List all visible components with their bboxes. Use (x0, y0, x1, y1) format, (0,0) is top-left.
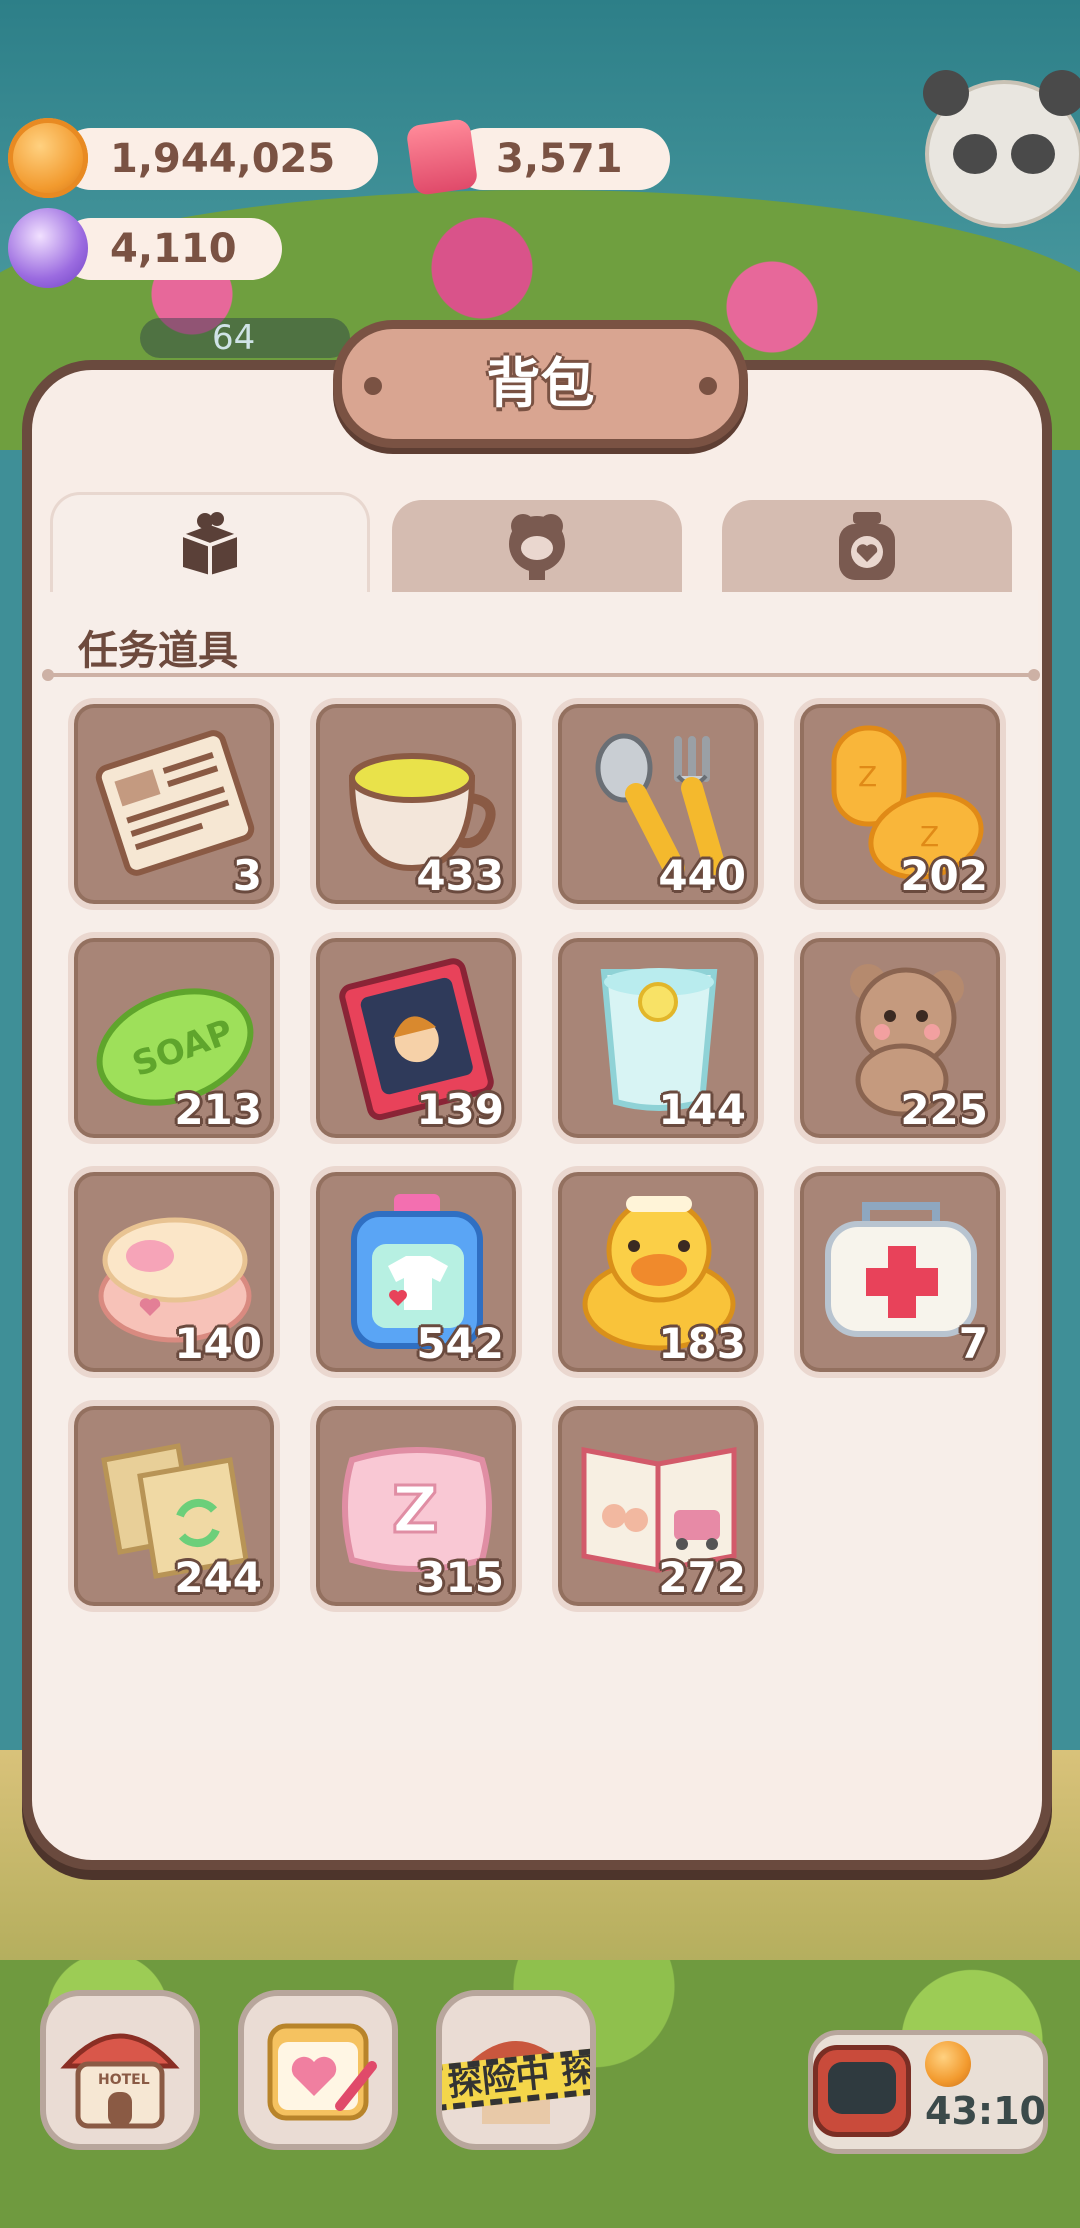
candy-icon (8, 208, 88, 288)
item-count: 225 (900, 1085, 988, 1134)
item-count: 139 (416, 1085, 504, 1134)
tv-reward-widget[interactable]: 43:10 (808, 2030, 1048, 2154)
item-slot-laundry-detergent[interactable]: 542 (310, 1166, 522, 1378)
pink-cube-icon (405, 117, 479, 197)
hotel-label: HOTEL (98, 2072, 150, 2088)
item-count: 244 (174, 1553, 262, 1602)
item-count: 213 (174, 1085, 262, 1134)
item-count: 7 (958, 1319, 988, 1368)
panel-title-plate: 背包 (333, 320, 748, 448)
panel-title: 背包 (486, 352, 595, 415)
svg-text:Z: Z (392, 1474, 438, 1548)
hotel-icon: HOTEL (60, 2033, 180, 2129)
cookie-coin-icon (925, 2041, 971, 2087)
item-slot-soap[interactable]: SOAP 213 (68, 932, 280, 1144)
gem-counter[interactable]: 3,571 (405, 117, 670, 197)
item-count: 3 (232, 851, 262, 900)
item-count: 542 (416, 1319, 504, 1368)
item-count: 433 (416, 851, 504, 900)
item-slot-earplugs[interactable]: Z Z 202 (794, 698, 1006, 910)
tab-consumables[interactable] (722, 500, 1012, 592)
item-count: 315 (416, 1553, 504, 1602)
hotel-button[interactable]: HOTEL (40, 1990, 200, 2150)
tab-characters[interactable] (392, 500, 682, 592)
item-slot-tea-cup[interactable]: 433 (310, 698, 522, 910)
item-slot-storybook[interactable]: 139 (310, 932, 522, 1144)
coin-counter[interactable]: 1,944,025 (8, 118, 378, 198)
section-divider (42, 669, 1040, 681)
item-slot-recycle-bags[interactable]: 244 (68, 1400, 280, 1612)
item-count: 140 (174, 1319, 262, 1368)
coin-value: 1,944,025 (110, 136, 336, 182)
item-slot-rubber-duck[interactable]: 183 (552, 1166, 764, 1378)
explore-button[interactable]: 探险中 探 (436, 1990, 596, 2150)
item-slot-lemon-water[interactable]: 144 (552, 932, 764, 1144)
item-slot-bath-sponge[interactable]: 140 (68, 1166, 280, 1378)
item-slot-magazine[interactable]: 272 (552, 1400, 764, 1612)
candy-counter[interactable]: 4,110 (8, 208, 282, 288)
item-slot-sleep-pillow[interactable]: Z 315 (310, 1400, 522, 1612)
item-count: 144 (658, 1085, 746, 1134)
side-counter-value: 64 (212, 318, 256, 358)
tasks-button[interactable] (238, 1990, 398, 2150)
gift-box-icon (182, 511, 238, 575)
candy-value: 4,110 (110, 226, 237, 272)
item-count: 183 (658, 1319, 746, 1368)
side-counter[interactable]: 64 (140, 318, 350, 358)
svg-text:Z: Z (920, 820, 939, 853)
tv-icon (813, 2045, 911, 2137)
item-slot-newspaper[interactable]: 3 (68, 698, 280, 910)
jar-heart-icon (839, 512, 895, 580)
character-head-icon (509, 514, 565, 580)
item-count: 272 (658, 1553, 746, 1602)
gem-value: 3,571 (496, 136, 623, 182)
item-slot-first-aid-kit[interactable]: 7 (794, 1166, 1006, 1378)
panda-balloon (923, 70, 1080, 228)
tab-quest-items[interactable] (50, 492, 370, 592)
reward-timer: 43:10 (925, 2089, 1046, 2133)
cookie-coin-icon (8, 118, 88, 198)
item-slot-spoon-fork[interactable]: 440 (552, 698, 764, 910)
calendar-heart-icon (267, 2023, 377, 2121)
section-title: 任务道具 (78, 628, 238, 674)
svg-text:Z: Z (858, 760, 877, 793)
item-count: 440 (658, 851, 746, 900)
item-count: 202 (900, 851, 988, 900)
item-slot-teddy-bear[interactable]: 225 (794, 932, 1006, 1144)
